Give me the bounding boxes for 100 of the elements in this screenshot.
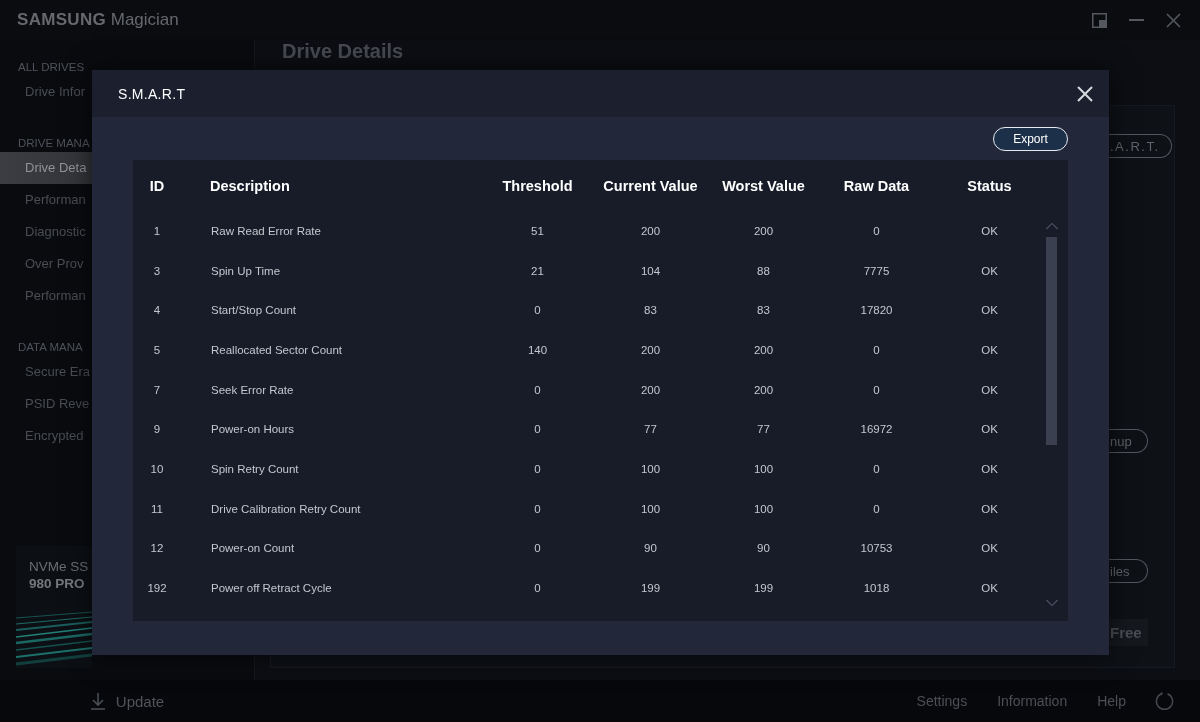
table-cell-text: 11 [150, 501, 164, 517]
chevron-down-icon[interactable] [1046, 599, 1058, 607]
column-header: Worst Value [721, 177, 806, 194]
table-cell-text: Spin Up Time [210, 263, 282, 279]
table-cell-text: 51 [530, 223, 545, 239]
column-header: ID [148, 177, 166, 194]
table-cell-text: 77 [643, 422, 658, 438]
table-cell-text: 0 [872, 461, 881, 477]
app-logo: SAMSUNG Magician [17, 10, 179, 30]
column-header: Threshold [501, 177, 574, 194]
table-cell-text: OK [980, 223, 999, 239]
nav-item[interactable]: Drive Infor [0, 76, 92, 108]
refresh-icon[interactable] [1155, 691, 1174, 711]
column-header: Raw Data [842, 177, 911, 194]
table-cell-text: 3 [152, 263, 162, 279]
table-cell-text: Start/Stop Count [210, 303, 298, 319]
table-cell-text: 100 [639, 501, 662, 517]
nav-item[interactable]: Drive Deta [0, 152, 92, 184]
nav-item[interactable]: Performan [0, 184, 92, 216]
table-cell-text: 0 [533, 541, 542, 557]
table-cell-text: OK [980, 303, 999, 319]
export-button[interactable]: Export [993, 127, 1068, 151]
table-cell-text: 200 [639, 223, 662, 239]
nav-item[interactable]: Encrypted [0, 420, 92, 452]
nav-item[interactable]: Secure Era [0, 356, 92, 388]
table-cell-text: 90 [643, 541, 658, 557]
update-button[interactable]: Update [90, 692, 165, 710]
table-cell-text: 0 [533, 303, 542, 319]
banner-text: 980 PRO [28, 575, 86, 592]
table-cell-text: OK [980, 541, 999, 557]
table-cell-text: 7 [152, 382, 162, 398]
table-cell-text: 199 [752, 581, 775, 597]
page-heading: Drive Details [281, 40, 404, 62]
chevron-up-icon[interactable] [1046, 222, 1058, 230]
table-cell-text: Power off Retract Cycle [210, 581, 333, 597]
table-cell-text: 21 [530, 263, 545, 279]
table-cell-text: 0 [533, 581, 542, 597]
table-cell-text: 83 [643, 303, 658, 319]
table-cell-text: 16972 [859, 422, 894, 438]
table-cell-text: OK [980, 461, 999, 477]
footer-link[interactable]: Help [1097, 693, 1126, 709]
banner-text: NVMe SS [28, 558, 90, 575]
table-cell-text: 0 [533, 382, 542, 398]
restore-icon[interactable] [1092, 12, 1107, 28]
table-cell-text: 0 [533, 501, 542, 517]
table-cell-text: 200 [639, 342, 662, 358]
download-icon [90, 692, 105, 710]
table-cell-text: 200 [752, 382, 775, 398]
table-cell-text: 0 [872, 223, 881, 239]
nav-item[interactable]: Diagnostic [0, 216, 92, 248]
table-cell-text: Drive Calibration Retry Count [210, 501, 362, 517]
table-cell-text: 200 [752, 223, 775, 239]
table-cell-text: OK [980, 342, 999, 358]
table-cell-text: 200 [639, 382, 662, 398]
table-cell-text: 5 [152, 342, 162, 358]
table-cell-text: OK [980, 501, 999, 517]
table-cell-text: 10 [149, 461, 165, 477]
table-cell-text: 200 [752, 342, 775, 358]
footer-link[interactable]: Settings [916, 693, 968, 709]
table-cell-text: 7775 [862, 263, 891, 279]
section-heading: DATA MANA [17, 340, 84, 355]
footer-link[interactable]: Information [997, 693, 1068, 709]
table-cell-text: OK [980, 263, 999, 279]
table-cell-text: 0 [872, 382, 881, 398]
table-cell-text: OK [980, 422, 999, 438]
table-cell-text: 9 [152, 422, 162, 438]
table-cell-text: 83 [756, 303, 771, 319]
table-cell-text: 88 [756, 263, 771, 279]
table-cell-text: Raw Read Error Rate [210, 223, 322, 239]
section-heading: ALL DRIVES [17, 60, 86, 75]
column-header: Description [209, 177, 291, 194]
table-cell-text: 0 [533, 422, 542, 438]
table-cell-text: 90 [756, 541, 771, 557]
table-cell-text: 17820 [859, 303, 894, 319]
nav-item[interactable]: PSID Reve [0, 388, 92, 420]
table-cell-text: 199 [639, 581, 662, 597]
table-cell-text: 192 [146, 581, 168, 597]
table-cell-text: 100 [752, 501, 775, 517]
table-cell-text: 104 [639, 263, 662, 279]
table-cell-text: 0 [872, 501, 881, 517]
table-cell-text: 77 [756, 422, 771, 438]
dialog-title: S.M.A.R.T [118, 85, 186, 102]
scrollbar-thumb[interactable] [1046, 237, 1057, 445]
table-cell-text: 4 [152, 303, 162, 319]
column-header: Status [966, 177, 1013, 194]
table-cell-text: 12 [149, 541, 165, 557]
table-cell-text: Seek Error Rate [210, 382, 295, 398]
table-cell-text: 100 [639, 461, 662, 477]
column-header: Current Value [602, 177, 699, 194]
table-cell-text: 10753 [859, 541, 894, 557]
table-cell-text: 0 [533, 461, 542, 477]
nav-item[interactable]: Over Prov [0, 248, 92, 280]
table-cell-text: Spin Retry Count [210, 461, 300, 477]
table-cell-text: 0 [872, 342, 881, 358]
table-cell-text: 1 [152, 223, 162, 239]
table-cell-text: Power-on Hours [210, 422, 296, 438]
table-cell-text: Power-on Count [210, 541, 296, 557]
table-cell-text: OK [980, 382, 999, 398]
nav-item[interactable]: Performan [0, 280, 92, 312]
table-cell-text: OK [980, 581, 999, 597]
